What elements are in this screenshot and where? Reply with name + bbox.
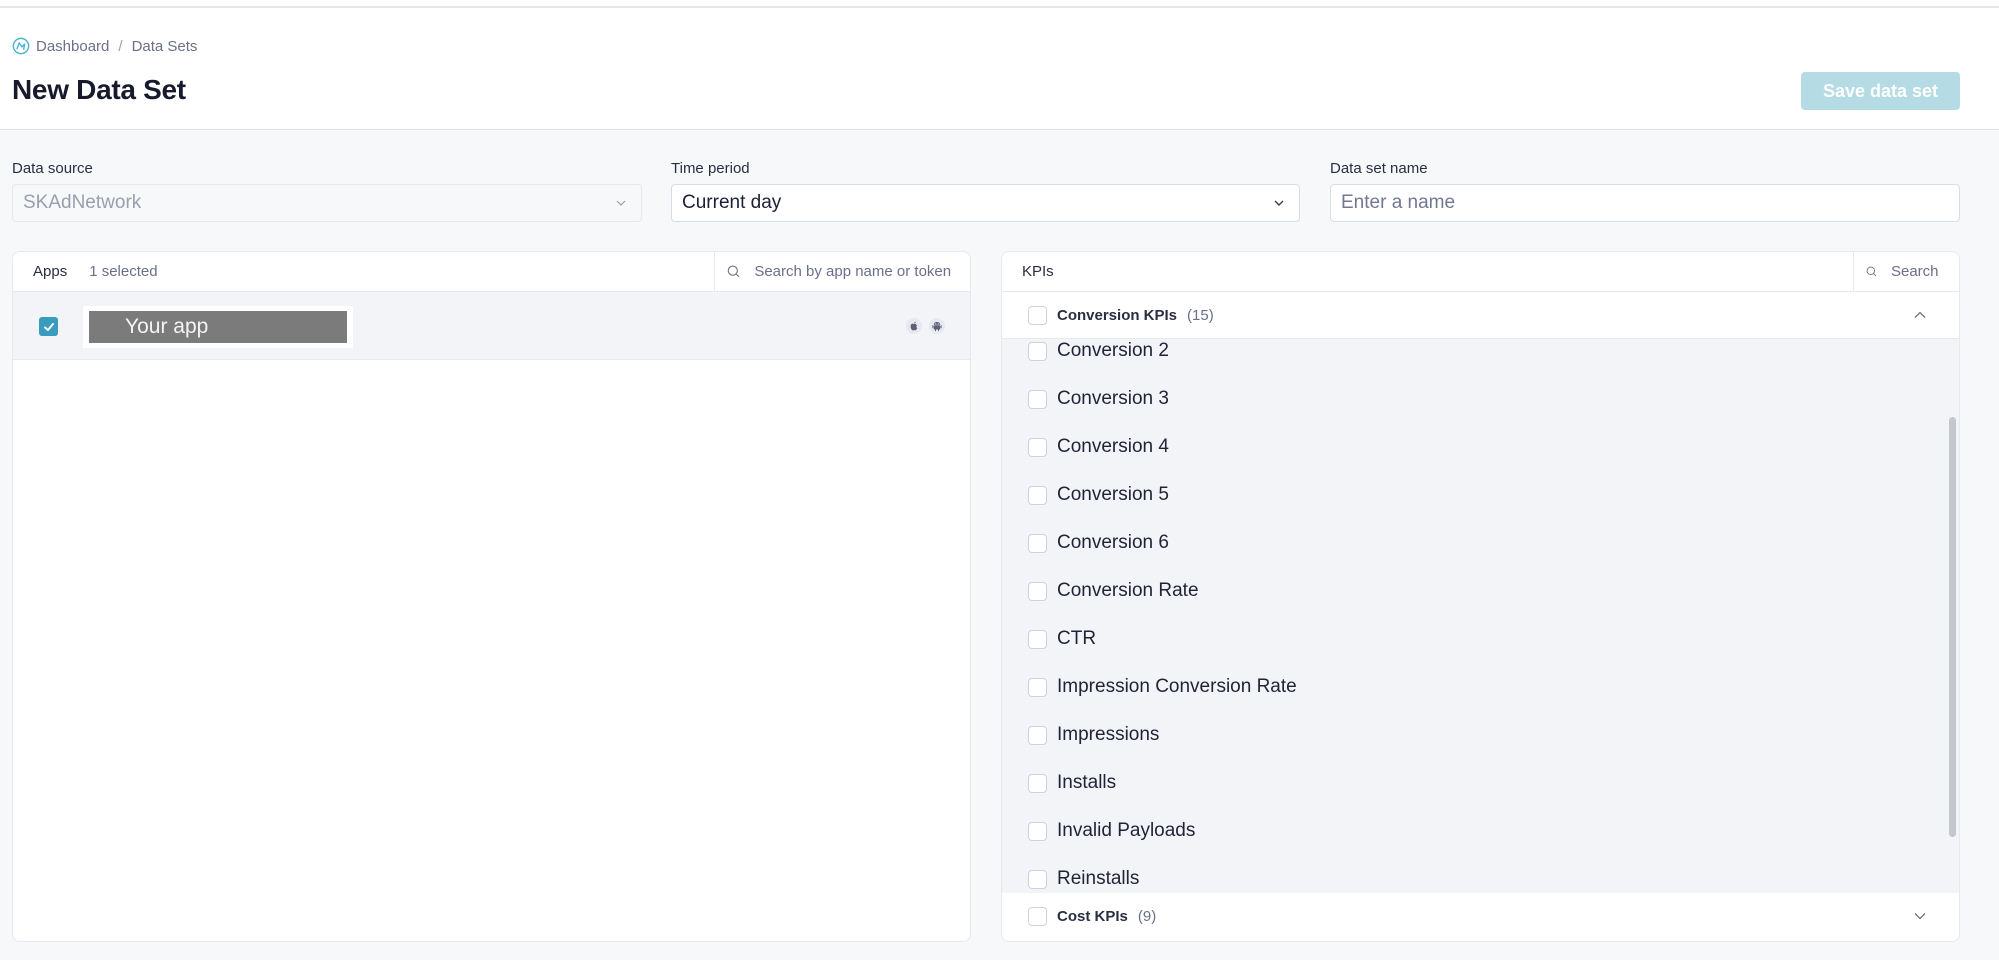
kpi-label: Conversion Rate xyxy=(1057,580,1199,601)
group-checkbox[interactable] xyxy=(1028,907,1047,926)
kpi-item[interactable]: Reinstalls xyxy=(1002,855,1959,893)
apps-selected-count: 1 selected xyxy=(89,263,158,280)
kpi-item[interactable]: Conversion 4 xyxy=(1002,423,1959,471)
android-icon xyxy=(929,318,946,335)
data-set-name-input[interactable] xyxy=(1341,185,1949,221)
kpis-panel: KPIs Conversion KPIs (15) Conversion 2 C… xyxy=(1001,251,1960,942)
kpi-item[interactable]: Conversion 2 xyxy=(1002,339,1959,375)
kpi-item[interactable]: Impressions xyxy=(1002,711,1959,759)
kpi-checkbox[interactable] xyxy=(1028,389,1047,409)
kpi-item[interactable]: Conversion 3 xyxy=(1002,375,1959,423)
kpi-item[interactable]: CTR xyxy=(1002,615,1959,663)
save-data-set-button[interactable]: Save data set xyxy=(1801,72,1960,110)
time-period-value: Current day xyxy=(682,192,782,213)
data-set-name-box xyxy=(1330,184,1960,222)
group-count: (9) xyxy=(1137,908,1157,925)
kpis-search[interactable] xyxy=(1853,252,1959,291)
breadcrumb-data-sets[interactable]: Data Sets xyxy=(132,38,198,55)
chevron-down-icon xyxy=(1274,200,1284,206)
page-title: New Data Set xyxy=(12,74,186,105)
chevron-down-icon[interactable] xyxy=(1913,911,1927,921)
data-source-field: Data source SKAdNetwork xyxy=(12,160,642,222)
top-bar xyxy=(0,0,1999,8)
apps-title: Apps xyxy=(33,263,68,280)
kpi-label: Invalid Payloads xyxy=(1057,820,1196,841)
data-set-name-label: Data set name xyxy=(1330,160,1428,177)
apps-panel: Apps 1 selected Your app xyxy=(12,251,971,942)
kpi-label: Reinstalls xyxy=(1057,868,1140,889)
app-checkbox[interactable] xyxy=(39,317,58,336)
data-source-select[interactable]: SKAdNetwork xyxy=(12,184,642,222)
time-period-select[interactable]: Current day xyxy=(671,184,1300,222)
kpi-label: Conversion 2 xyxy=(1057,340,1169,361)
kpi-group-cost[interactable]: Cost KPIs (9) xyxy=(1002,893,1959,940)
kpis-panel-header: KPIs xyxy=(1002,252,1959,292)
kpi-checkbox[interactable] xyxy=(1028,869,1047,889)
apple-icon xyxy=(906,318,923,335)
kpi-checkbox[interactable] xyxy=(1028,629,1047,649)
time-period-label: Time period xyxy=(671,160,750,177)
kpis-search-input[interactable] xyxy=(1890,263,1959,280)
kpi-label: Impressions xyxy=(1057,724,1160,745)
checkmark-icon xyxy=(43,322,54,331)
kpi-item[interactable]: Conversion 5 xyxy=(1002,471,1959,519)
app-row[interactable]: Your app xyxy=(13,292,970,360)
group-checkbox[interactable] xyxy=(1028,305,1047,325)
search-icon xyxy=(727,265,740,278)
kpi-checkbox[interactable] xyxy=(1028,341,1047,361)
kpi-checkbox[interactable] xyxy=(1028,677,1047,697)
kpi-checkbox[interactable] xyxy=(1028,437,1047,457)
kpi-list: Conversion 2 Conversion 3 Conversion 4 C… xyxy=(1002,339,1959,893)
kpi-checkbox[interactable] xyxy=(1028,725,1047,745)
kpi-label: Conversion 5 xyxy=(1057,484,1169,505)
kpi-item[interactable]: Impression Conversion Rate xyxy=(1002,663,1959,711)
apps-search-input[interactable] xyxy=(754,263,970,280)
platform-icons xyxy=(906,318,946,335)
logo-icon[interactable] xyxy=(12,37,30,55)
breadcrumb: Dashboard / Data Sets xyxy=(12,36,197,56)
kpi-group-conversion[interactable]: Conversion KPIs (15) xyxy=(1002,292,1959,339)
kpi-checkbox[interactable] xyxy=(1028,581,1047,601)
chevron-down-icon xyxy=(616,200,626,206)
breadcrumb-separator: / xyxy=(118,37,123,55)
kpi-list-scrollbar[interactable] xyxy=(1949,417,1956,837)
time-period-field: Time period Current day xyxy=(671,160,1300,222)
page-header: Dashboard / Data Sets New Data Set Save … xyxy=(0,8,1999,130)
data-source-value: SKAdNetwork xyxy=(23,192,142,213)
kpi-item[interactable]: Invalid Payloads xyxy=(1002,807,1959,855)
kpi-checkbox[interactable] xyxy=(1028,485,1047,505)
apps-panel-header: Apps 1 selected xyxy=(13,252,970,292)
kpi-item[interactable]: Conversion 6 xyxy=(1002,519,1959,567)
group-count: (15) xyxy=(1187,306,1214,324)
kpi-item[interactable]: Conversion Rate xyxy=(1002,567,1959,615)
app-name-container: Your app xyxy=(83,306,353,348)
kpi-label: Impression Conversion Rate xyxy=(1057,676,1297,697)
kpi-item[interactable]: Installs xyxy=(1002,759,1959,807)
apps-search[interactable] xyxy=(714,252,970,291)
kpi-label: Conversion 4 xyxy=(1057,436,1169,457)
kpi-checkbox[interactable] xyxy=(1028,821,1047,841)
search-icon xyxy=(1866,266,1877,277)
kpi-checkbox[interactable] xyxy=(1028,533,1047,553)
kpi-label: Conversion 6 xyxy=(1057,532,1169,553)
data-source-label: Data source xyxy=(12,160,93,177)
group-name: Conversion KPIs xyxy=(1057,306,1178,324)
kpi-label: CTR xyxy=(1057,628,1097,649)
kpi-label: Installs xyxy=(1057,772,1117,793)
kpi-checkbox[interactable] xyxy=(1028,773,1047,793)
kpi-label: Conversion 3 xyxy=(1057,388,1169,409)
breadcrumb-dashboard[interactable]: Dashboard xyxy=(36,38,109,55)
kpis-title: KPIs xyxy=(1022,263,1054,280)
chevron-up-icon[interactable] xyxy=(1913,310,1927,320)
app-name: Your app xyxy=(89,311,347,343)
data-set-name-field: Data set name xyxy=(1330,160,1960,222)
group-name: Cost KPIs xyxy=(1057,908,1128,925)
